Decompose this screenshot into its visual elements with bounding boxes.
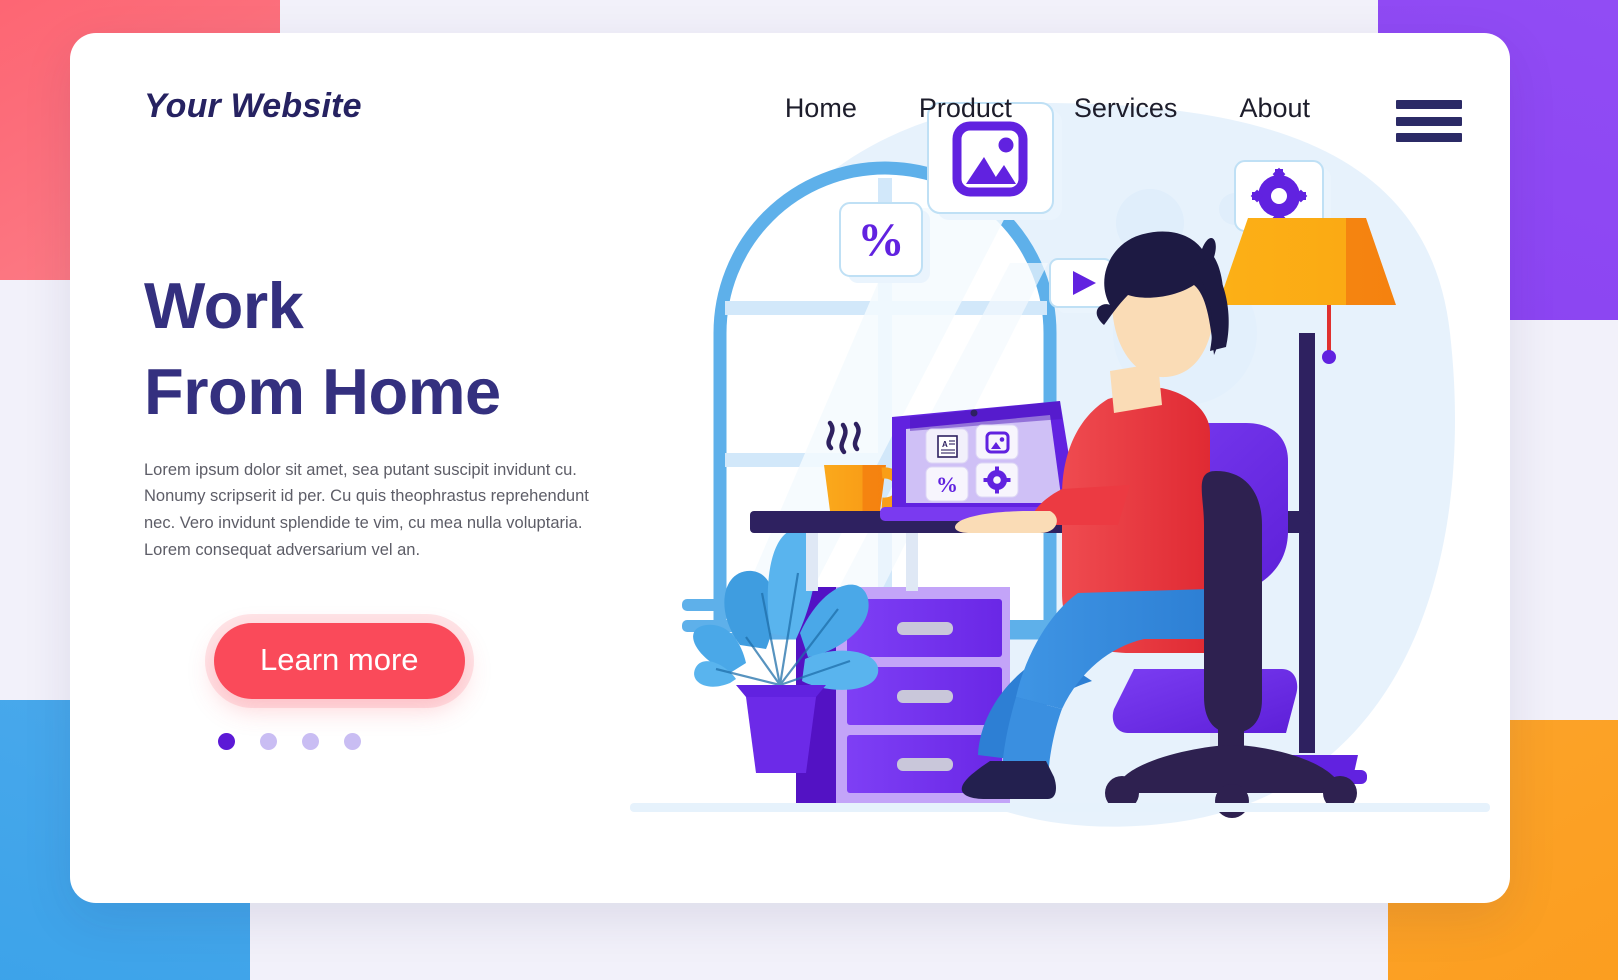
- svg-text:A: A: [942, 440, 948, 449]
- nav-item-product[interactable]: Product: [919, 93, 1012, 124]
- hamburger-bar-3: [1396, 133, 1462, 142]
- carousel-dot-3[interactable]: [302, 733, 319, 751]
- heading-line-2: From Home: [144, 354, 501, 428]
- heading-line-1: Work: [144, 269, 304, 342]
- hamburger-bar-1: [1396, 100, 1462, 109]
- page-title: Work From Home: [144, 263, 664, 435]
- page-root: % A % Your Website Home Product Services…: [0, 0, 1618, 980]
- svg-text:%: %: [936, 472, 958, 497]
- main-navigation: Home Product Services About: [785, 93, 1310, 124]
- hamburger-bar-2: [1396, 116, 1462, 126]
- learn-more-button[interactable]: Learn more: [214, 623, 465, 700]
- carousel-dot-1[interactable]: [218, 733, 235, 751]
- carousel-dot-4[interactable]: [344, 733, 361, 751]
- cta-container: Learn more: [144, 623, 664, 700]
- hamburger-menu-icon[interactable]: [1396, 100, 1462, 142]
- brand-logo[interactable]: Your Website: [144, 87, 362, 126]
- site-header: Your Website Home Product Services About: [70, 33, 1510, 163]
- carousel-pagination: [144, 733, 664, 751]
- nav-item-home[interactable]: Home: [785, 93, 857, 124]
- carousel-dot-2[interactable]: [260, 733, 277, 751]
- hero-illustration: % A %: [610, 33, 1510, 903]
- floating-card-percent: %: [839, 202, 930, 283]
- nav-item-services[interactable]: Services: [1074, 93, 1178, 124]
- landing-page-card: % A % Your Website Home Product Services…: [70, 33, 1510, 903]
- svg-text:%: %: [858, 214, 905, 266]
- nav-item-about[interactable]: About: [1239, 93, 1310, 124]
- hero-paragraph: Lorem ipsum dolor sit amet, sea putant s…: [144, 460, 589, 559]
- hero-content: Work From Home Lorem ipsum dolor sit ame…: [144, 263, 664, 751]
